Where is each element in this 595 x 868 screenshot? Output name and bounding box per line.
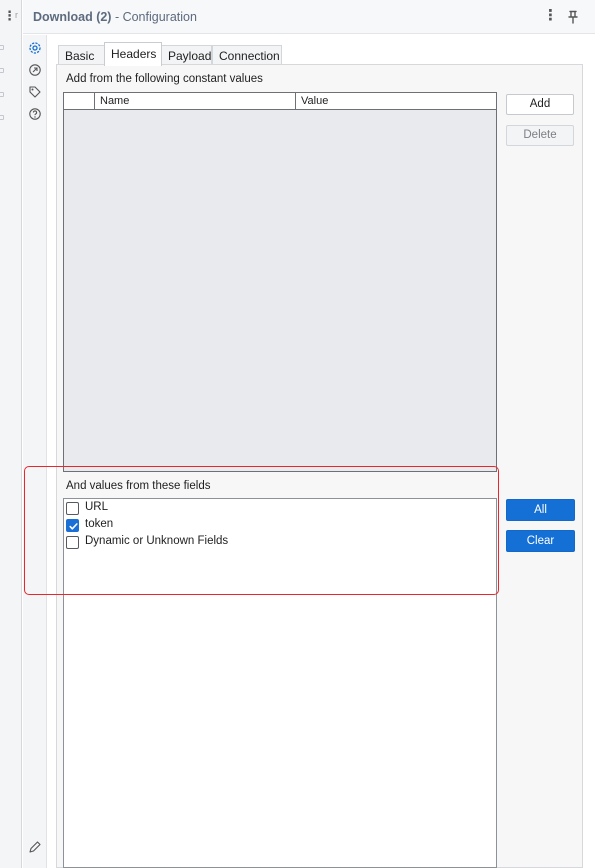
column-header-name[interactable]: Name: [95, 93, 296, 109]
token-label: token: [85, 518, 114, 530]
url-checkbox[interactable]: [66, 502, 79, 515]
tab-payload[interactable]: Payload: [161, 45, 212, 65]
adjacent-ghost-icon: [0, 115, 4, 120]
adjacent-ghost-icon: [0, 68, 4, 73]
fields-checklist: URL token Dynamic or Unknown Fields: [63, 498, 497, 868]
constants-table[interactable]: Name Value: [63, 92, 497, 472]
tab-connection[interactable]: Connection: [212, 45, 282, 65]
gear-icon[interactable]: [27, 40, 43, 56]
dynamic-fields-checkbox[interactable]: [66, 536, 79, 549]
tab-headers[interactable]: Headers: [104, 42, 162, 66]
config-icon-bar: [23, 35, 47, 868]
list-item-dynamic-fields[interactable]: Dynamic or Unknown Fields: [66, 534, 486, 551]
url-label: URL: [85, 501, 109, 513]
adjacent-ghost-icon: [0, 45, 4, 50]
title-separator: -: [111, 10, 123, 24]
help-icon[interactable]: [27, 106, 43, 122]
pin-icon[interactable]: [565, 9, 581, 25]
tab-basic[interactable]: Basic: [58, 45, 105, 65]
connections-icon[interactable]: [27, 62, 43, 78]
add-button[interactable]: Add: [506, 94, 574, 115]
panel-header: Download (2) - Configuration ⋮: [23, 0, 595, 34]
tag-icon[interactable]: [27, 84, 43, 100]
constants-section-label: Add from the following constant values: [66, 73, 263, 85]
adjacent-panel-fragment: r: [15, 10, 18, 20]
column-header-value[interactable]: Value: [296, 93, 496, 109]
adjacent-ghost-icon: [0, 92, 4, 97]
select-all-button[interactable]: All: [506, 499, 575, 521]
list-item-token[interactable]: token: [66, 517, 486, 534]
column-header-select[interactable]: [64, 93, 95, 109]
more-icon[interactable]: ⋮: [543, 8, 558, 23]
title-context: Configuration: [122, 10, 197, 24]
dynamic-fields-label: Dynamic or Unknown Fields: [85, 535, 229, 547]
token-checkbox[interactable]: [66, 519, 79, 532]
adjacent-panel-strip: ⋮ r: [0, 0, 22, 868]
checkmark-icon: [69, 523, 78, 530]
list-item-url[interactable]: URL: [66, 500, 486, 517]
delete-button[interactable]: Delete: [506, 125, 574, 146]
pencil-icon[interactable]: [27, 839, 43, 855]
panel-title: Download (2) - Configuration: [33, 10, 197, 24]
tool-name: Download (2): [33, 10, 112, 24]
fields-section-label: And values from these fields: [66, 480, 211, 492]
constants-table-header: Name Value: [64, 93, 496, 110]
clear-button[interactable]: Clear: [506, 530, 575, 552]
